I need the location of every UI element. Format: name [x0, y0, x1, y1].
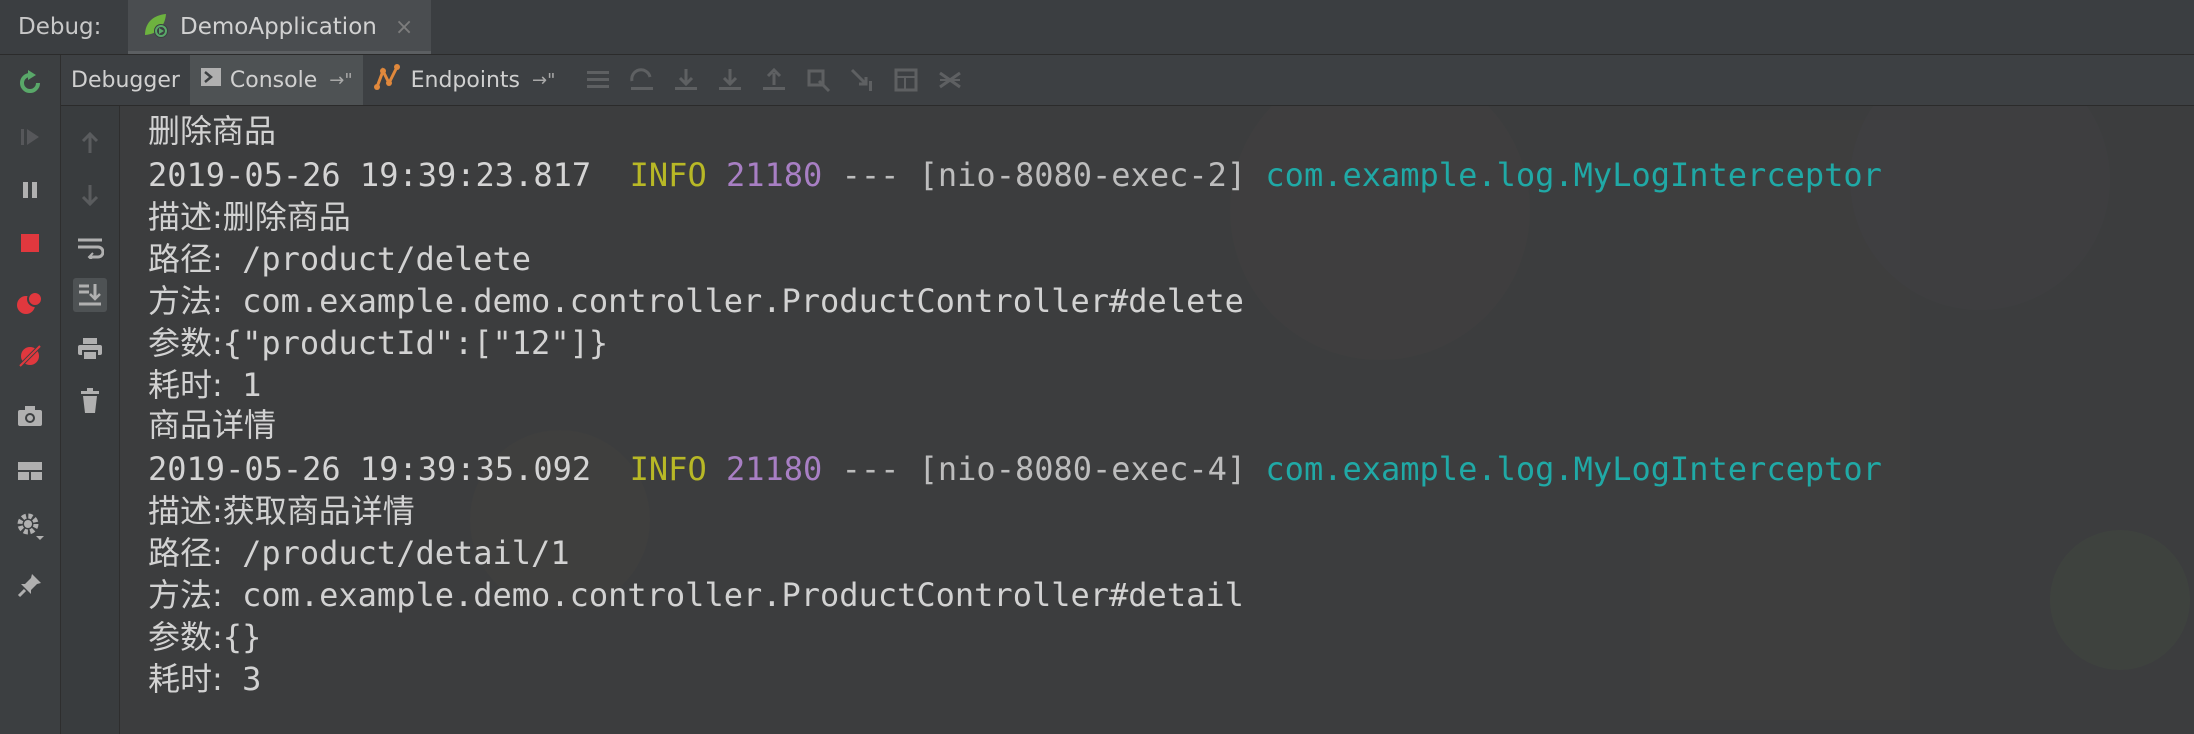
log-value: com.example.demo.controller.ProductContr…	[242, 282, 1244, 320]
log-timestamp: 2019-05-26 19:39:23.817	[148, 156, 592, 194]
console-output[interactable]: 删除商品 2019-05-26 19:39:23.817 INFO 21180 …	[120, 106, 2194, 734]
scroll-down-icon[interactable]	[73, 178, 107, 212]
console-line: 描述:删除商品	[148, 197, 351, 237]
resume-icon[interactable]	[14, 121, 46, 153]
camera-icon[interactable]	[14, 400, 46, 432]
log-value: 获取商品详情	[222, 492, 415, 530]
stop-icon[interactable]	[14, 227, 46, 259]
clear-icon[interactable]	[73, 384, 107, 418]
view-breakpoints-icon[interactable]	[14, 287, 46, 319]
debug-actions-toolbar	[0, 55, 61, 734]
console-line: 路径: /product/delete	[148, 239, 531, 279]
log-level: INFO	[629, 450, 707, 488]
console-line: 删除商品	[148, 111, 276, 151]
tab-debugger[interactable]: Debugger	[61, 55, 190, 105]
log-key: 参数:	[148, 618, 223, 656]
soft-wrap-icon[interactable]	[73, 230, 107, 264]
tab-console[interactable]: Console →"	[189, 55, 363, 105]
log-value: 删除商品	[222, 198, 351, 236]
log-key: 耗时:	[148, 366, 223, 404]
close-icon[interactable]: ×	[395, 15, 413, 40]
pin-tab-icon[interactable]: →"	[329, 70, 352, 91]
console-line: 路径: /product/detail/1	[148, 533, 570, 573]
log-pid: 21180	[725, 450, 823, 488]
log-logger-link[interactable]: com.example.log.MyLogInterceptor	[1265, 450, 1882, 488]
log-thread: [nio-8080-exec-2]	[918, 156, 1247, 194]
pin-tab-icon[interactable]: →"	[532, 70, 555, 91]
log-value: 1	[242, 366, 262, 404]
console-line: 方法: com.example.demo.controller.ProductC…	[148, 575, 1244, 615]
tab-endpoints-label: Endpoints	[410, 67, 521, 93]
log-text: 删除商品	[148, 112, 277, 150]
debug-tool-tabs: Debugger Console →" Endpoints →"	[61, 55, 2194, 106]
log-key: 路径:	[148, 534, 223, 572]
scroll-up-icon[interactable]	[73, 126, 107, 160]
tab-debugger-label: Debugger	[71, 67, 180, 93]
run-tab-label: DemoApplication	[180, 14, 377, 40]
evaluate-expression-icon[interactable]	[893, 67, 919, 93]
log-key: 方法:	[148, 576, 223, 614]
log-key: 描述:	[148, 198, 223, 236]
tab-console-label: Console	[229, 67, 318, 93]
console-line: 耗时: 1	[148, 365, 261, 405]
log-value: com.example.demo.controller.ProductContr…	[242, 576, 1244, 614]
debug-label: Debug:	[18, 14, 102, 40]
console-line: 耗时: 3	[148, 659, 261, 699]
endpoints-icon	[373, 63, 403, 97]
print-icon[interactable]	[73, 332, 107, 366]
console-line: 方法: com.example.demo.controller.ProductC…	[148, 281, 1244, 321]
log-pid: 21180	[725, 156, 823, 194]
pause-icon[interactable]	[14, 174, 46, 206]
step-out-icon[interactable]	[761, 67, 787, 93]
log-value: {}	[222, 618, 262, 656]
debug-title-bar: Debug: DemoApplication ×	[0, 0, 2194, 55]
console-line: 参数:{}	[148, 617, 261, 657]
log-key: 方法:	[148, 282, 223, 320]
log-separator: ---	[841, 450, 900, 488]
log-level: INFO	[629, 156, 707, 194]
log-key: 参数:	[148, 324, 223, 362]
log-thread: [nio-8080-exec-4]	[918, 450, 1247, 488]
stepping-toolbar	[585, 67, 963, 93]
console-line: 描述:获取商品详情	[148, 491, 415, 531]
drop-frame-icon[interactable]	[805, 67, 831, 93]
log-key: 耗时:	[148, 660, 223, 698]
mute-breakpoints-icon[interactable]	[14, 340, 46, 372]
layout-icon[interactable]	[14, 455, 46, 487]
console-line: 商品详情	[148, 405, 276, 445]
log-value: /product/delete	[242, 240, 532, 278]
spring-boot-icon	[140, 10, 170, 44]
log-timestamp: 2019-05-26 19:39:35.092	[148, 450, 592, 488]
scroll-to-end-icon[interactable]	[73, 278, 107, 312]
tab-endpoints[interactable]: Endpoints →"	[363, 55, 566, 105]
console-side-toolbar	[61, 106, 120, 734]
console-line: 参数:{"productId":["12"]}	[148, 323, 608, 363]
rerun-icon[interactable]	[14, 67, 46, 99]
log-value: /product/detail/1	[242, 534, 570, 572]
log-key: 描述:	[148, 492, 223, 530]
show-execution-point-icon[interactable]	[585, 67, 611, 93]
tab-demo-application[interactable]: DemoApplication ×	[128, 0, 432, 54]
log-value: 3	[242, 660, 262, 698]
console-icon	[200, 66, 222, 94]
trace-current-stream-icon[interactable]	[937, 67, 963, 93]
log-header-line: 2019-05-26 19:39:35.092 INFO 21180 --- […	[148, 449, 1882, 489]
run-to-cursor-icon[interactable]	[849, 67, 875, 93]
settings-icon[interactable]	[14, 510, 46, 542]
log-logger-link[interactable]: com.example.log.MyLogInterceptor	[1265, 156, 1882, 194]
force-step-into-icon[interactable]	[717, 67, 743, 93]
step-over-icon[interactable]	[629, 67, 655, 93]
step-into-icon[interactable]	[673, 67, 699, 93]
log-key: 路径:	[148, 240, 223, 278]
log-text: 商品详情	[148, 406, 277, 444]
log-header-line: 2019-05-26 19:39:23.817 INFO 21180 --- […	[148, 155, 1882, 195]
log-value: {"productId":["12"]}	[222, 324, 609, 362]
log-separator: ---	[841, 156, 900, 194]
pin-icon[interactable]	[14, 569, 46, 601]
